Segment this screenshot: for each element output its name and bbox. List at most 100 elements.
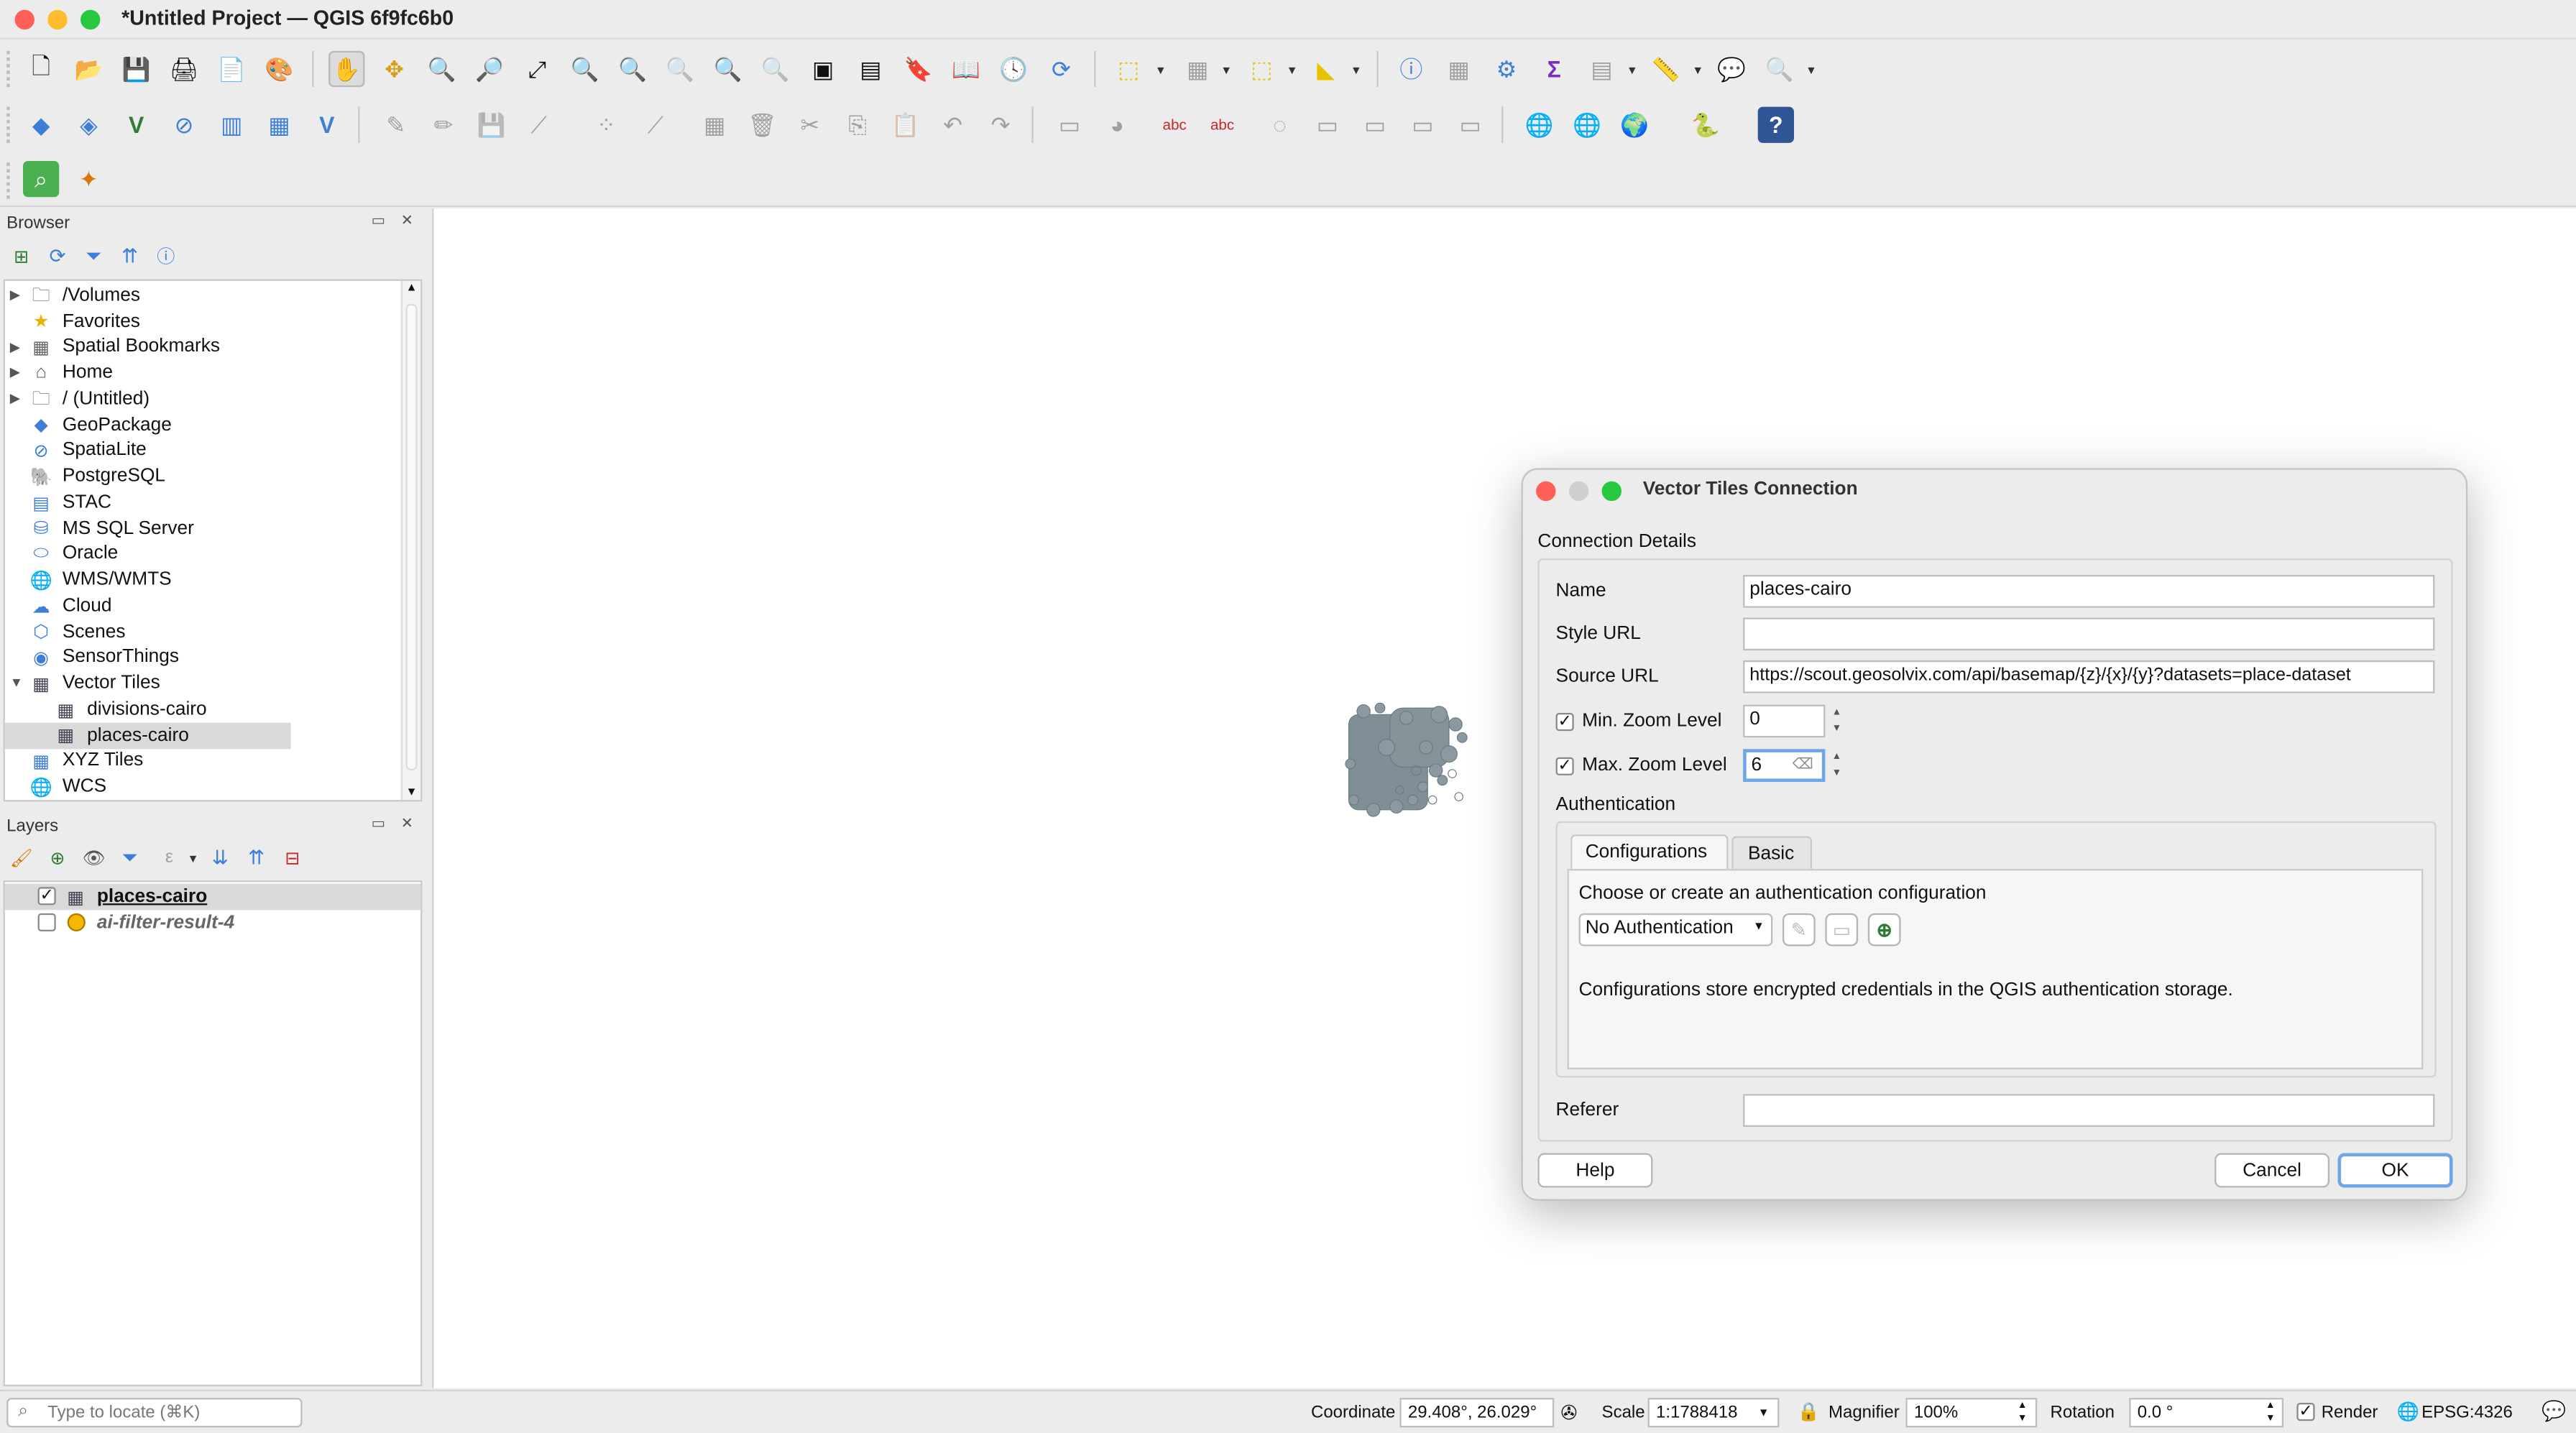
toolbar-grip[interactable] [6,162,13,199]
select-features-icon[interactable]: ⬚ [1110,51,1146,87]
pin-labels-icon[interactable]: abc [1204,107,1240,143]
chevron-down-icon[interactable]: ▼ [188,854,199,866]
add-virtual-layer-icon[interactable]: V [309,107,345,143]
browser-item[interactable]: ◉ SensorThings [5,645,400,671]
zoom-next-icon[interactable]: 🔍 [758,51,794,87]
style-url-field[interactable] [1743,617,2435,651]
help-contents-icon[interactable]: ? [1757,106,1794,143]
browser-item[interactable]: ★ Favorites [5,308,400,334]
messages-icon[interactable]: 💬 [2542,1399,2566,1422]
geosearch-icon[interactable]: 🌐 [1569,107,1605,143]
add-group-icon[interactable]: ⊕ [42,843,72,872]
paste-features-icon[interactable]: 📋 [887,107,923,143]
manage-map-themes-icon[interactable]: 👁 [79,843,109,872]
browser-item[interactable]: ◆ GeoPackage [5,412,400,438]
vertex-tool-icon[interactable]: ⁘ [588,107,624,143]
browser-item[interactable]: 🐘 PostgreSQL [5,464,400,489]
toggle-editing-icon[interactable]: ✏ [426,107,461,143]
current-edits-icon[interactable]: ✎ [378,107,414,143]
measure-line-icon[interactable]: 📏 [1648,51,1684,87]
tab-configurations[interactable]: Configurations [1570,834,1729,871]
filter-browser-icon[interactable]: ⏷ [79,241,109,271]
max-zoom-checkbox[interactable]: ✓ [1555,757,1574,775]
add-vector-layer-icon[interactable]: V [119,107,155,143]
close-panel-icon[interactable]: ✕ [401,212,413,230]
toolbar-grip[interactable] [6,50,13,88]
digitize-line-icon[interactable]: ⟋ [521,107,557,143]
modify-attributes-icon[interactable]: ⟋ [638,107,673,143]
map-tips-icon[interactable]: 💬 [1714,51,1749,87]
chevron-down-icon[interactable]: ▼ [1806,65,1817,77]
properties-icon[interactable]: ⓘ [151,241,180,271]
expand-all-icon[interactable]: ⇊ [206,843,235,872]
new-geopackage-layer-icon[interactable]: ◈ [70,107,106,143]
refresh-browser-icon[interactable]: ⟳ [42,241,72,271]
ai-plugin-icon[interactable]: ✦ [70,161,106,197]
browser-item[interactable]: 🌐 WMS/WMTS [5,567,400,593]
new-bookmark-icon[interactable]: 🔖 [901,51,937,87]
referer-field[interactable] [1743,1094,2435,1127]
min-zoom-stepper[interactable]: ▲ ▼ [1827,705,1846,738]
zoom-to-layer-icon[interactable]: 🔍 [615,51,650,87]
select-location-icon[interactable]: ◣ [1307,51,1343,87]
plugin-globe-icon[interactable]: 🌍 [1616,107,1652,143]
add-selected-layers-icon[interactable]: ⊞ [6,241,36,271]
metasearch-icon[interactable]: 🌐 [1522,107,1558,143]
add-spatialite-layer-icon[interactable]: ⊘ [166,107,202,143]
filter-legend-icon[interactable]: ⏷ [115,843,144,872]
close-window-button[interactable] [14,9,34,30]
browser-item[interactable]: ⛁ MS SQL Server [5,515,400,541]
filter-by-expression-icon[interactable]: ε [155,843,184,872]
minimize-window-button[interactable] [47,9,68,30]
float-panel-icon[interactable]: ▭ [372,212,385,230]
attribute-table-icon[interactable]: ▦ [1441,51,1477,87]
browser-item[interactable]: ▦ places-cairo [4,722,291,749]
cancel-button[interactable]: Cancel [2214,1153,2330,1188]
zoom-window-button[interactable] [80,9,101,30]
search-plugin-icon[interactable]: ⌕ [22,160,60,198]
chevron-right-icon[interactable]: ▶ [10,365,20,380]
browser-item[interactable]: ▼ ▦ Vector Tiles [5,671,400,696]
layer-visibility-checkbox[interactable] [37,913,56,931]
style-manager-icon[interactable]: 🎨 [261,51,297,87]
remove-layer-icon[interactable]: ⊟ [277,843,307,872]
browser-item[interactable]: ☁ Cloud [5,593,400,619]
tab-basic[interactable]: Basic [1731,836,1813,871]
crs-globe-icon[interactable]: 🌐 [2397,1401,2419,1422]
locator-settings-icon[interactable]: 🔍 [1761,51,1797,87]
chevron-down-icon[interactable]: ▼ [1753,921,1765,933]
data-source-manager-icon[interactable]: ◆ [23,107,59,143]
crs-button[interactable]: EPSG:4326 [2421,1403,2513,1422]
browser-item[interactable]: 🌐 WCS [5,774,400,800]
diagram-options-icon[interactable]: ◕ [1099,107,1135,143]
lock-scale-icon[interactable]: 🔒 [1798,1401,1820,1422]
select-by-value-icon[interactable]: ▦ [1179,51,1215,87]
browser-item[interactable]: ⬡ Scenes [5,619,400,645]
browser-scrollbar[interactable]: ▲ ▼ [400,280,421,801]
scroll-down-icon[interactable]: ▼ [406,787,418,798]
browser-item[interactable]: ▶ ▦ Spatial Bookmarks [5,334,400,360]
browser-item[interactable]: ▶ ⌂ Home [5,360,400,386]
max-zoom-stepper[interactable]: ▲ ▼ [1827,749,1846,782]
chevron-down-icon[interactable]: ▼ [1351,65,1362,77]
move-label-icon[interactable]: ▭ [1310,107,1346,143]
temporal-controller-icon[interactable]: 🕓 [995,51,1031,87]
zoom-in-icon[interactable]: 🔍 [424,51,460,87]
clear-field-icon[interactable]: ⌫ [1793,755,1813,773]
browser-item[interactable]: ▤ STAC [5,489,400,515]
chevron-down-icon[interactable]: ▼ [1155,65,1167,77]
locator-search-input[interactable]: Type to locate (⌘K) [6,1398,303,1428]
ok-button[interactable]: OK [2337,1153,2453,1188]
python-console-icon[interactable]: 🐍 [1687,107,1723,143]
statistics-icon[interactable]: Σ [1536,51,1572,87]
new-map-view-icon[interactable]: ▣ [805,51,841,87]
chevron-down-icon[interactable]: ▼ [1627,65,1638,77]
label-tool-icon[interactable]: ▭ [1052,107,1087,143]
layer-row-ai-filter[interactable]: ai-filter-result-4 [5,910,420,936]
highlight-labels-icon[interactable]: abc [1156,107,1192,143]
rotation-field[interactable]: 0.0 ° [2129,1398,2284,1428]
dialog-zoom-button[interactable] [1601,481,1622,502]
scroll-up-icon[interactable]: ▲ [406,282,418,294]
refresh-icon[interactable]: ⟳ [1043,51,1079,87]
processing-toolbox-icon[interactable]: ⚙ [1489,51,1524,87]
